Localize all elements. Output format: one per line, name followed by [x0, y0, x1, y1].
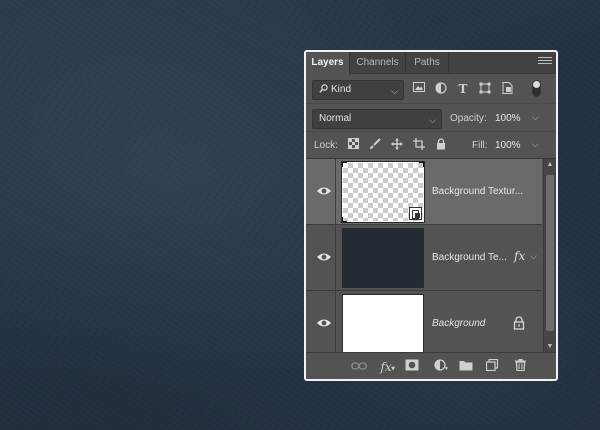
fill-input[interactable]: 100%	[495, 140, 521, 151]
lock-label: Lock:	[314, 140, 338, 151]
layer-thumbnail-dark[interactable]	[342, 228, 424, 288]
lock-all-icon[interactable]	[434, 138, 448, 152]
scroll-up-arrow-icon[interactable]: ▲	[544, 159, 556, 171]
layer-thumbnail-white[interactable]	[342, 294, 424, 352]
chevron-down-icon: ⌵	[429, 115, 436, 125]
chevron-down-icon: ⌵	[391, 86, 398, 96]
tab-layers[interactable]: Layers	[306, 52, 350, 75]
filter-kind-label: Kind	[331, 84, 352, 95]
link-layers-icon[interactable]	[351, 359, 367, 375]
layer-row-background-texture-copy[interactable]: Background Textur...	[306, 159, 542, 225]
layer-name[interactable]: Background Textur...	[432, 186, 523, 197]
layers-list: Background Textur... Background Te... fx…	[306, 158, 556, 352]
smart-object-filter-icon[interactable]	[500, 82, 514, 96]
layers-scrollbar[interactable]: ▲ ▼	[543, 159, 556, 352]
add-layer-style-fx-icon[interactable]: fx ▼	[378, 359, 395, 375]
layer-name[interactable]: Background	[432, 318, 485, 329]
crop-artboard-icon[interactable]	[412, 138, 426, 152]
smart-object-badge-icon	[409, 207, 422, 220]
shape-filter-icon[interactable]	[478, 82, 492, 96]
new-group-folder-icon[interactable]	[458, 359, 474, 375]
blend-mode-select[interactable]: Normal ⌵	[312, 109, 442, 129]
blend-mode-label: Normal	[319, 113, 352, 124]
tab-channels[interactable]: Channels	[350, 52, 406, 74]
lock-image-pixels-icon[interactable]	[368, 138, 382, 152]
search-icon	[319, 81, 328, 99]
layer-thumbnail-transparent[interactable]	[341, 161, 425, 223]
filter-toggle-switch[interactable]	[532, 80, 541, 97]
fill-chevron-icon[interactable]: ⌵	[532, 139, 539, 150]
delete-layer-trash-icon[interactable]	[512, 359, 528, 375]
eye-icon[interactable]	[316, 185, 332, 197]
filter-row: Kind ⌵ T	[306, 75, 556, 103]
fx-effects-icon[interactable]: fx	[514, 249, 525, 263]
opacity-chevron-icon[interactable]: ⌵	[532, 112, 539, 123]
blend-row: Normal ⌵ Opacity: 100% ⌵	[306, 103, 556, 131]
fill-label: Fill:	[472, 140, 488, 151]
panel-menu-icon[interactable]	[538, 57, 552, 69]
lock-transparent-pixels-icon[interactable]	[346, 138, 360, 152]
adjustment-filter-icon[interactable]	[434, 82, 448, 96]
opacity-label: Opacity:	[450, 113, 487, 124]
eye-icon[interactable]	[316, 251, 332, 263]
tab-paths[interactable]: Paths	[406, 52, 449, 74]
layers-panel: Layers Channels Paths Kind ⌵ T Normal ⌵ …	[304, 50, 558, 381]
new-adjustment-layer-icon[interactable]: ▼	[432, 359, 449, 375]
type-filter-icon[interactable]: T	[456, 82, 470, 96]
panel-bottom-bar: fx ▼ ▼	[306, 352, 556, 379]
layer-row-background[interactable]: Background	[306, 291, 542, 352]
layer-row-background-texture[interactable]: Background Te... fx ⌵	[306, 225, 542, 291]
filter-kind-select[interactable]: Kind ⌵	[312, 80, 404, 100]
chevron-down-icon[interactable]: ⌵	[530, 251, 537, 262]
layer-name[interactable]: Background Te...	[432, 252, 507, 263]
add-layer-mask-icon[interactable]	[404, 359, 420, 375]
scroll-down-arrow-icon[interactable]: ▼	[544, 341, 556, 352]
image-filter-icon[interactable]	[412, 82, 426, 96]
eye-icon[interactable]	[316, 317, 332, 329]
lock-icon	[513, 316, 525, 330]
new-layer-icon[interactable]	[484, 358, 500, 375]
opacity-input[interactable]: 100%	[495, 113, 521, 124]
lock-position-move-icon[interactable]	[390, 138, 404, 152]
lock-row: Lock: Fill: 100% ⌵	[306, 131, 556, 158]
scrollbar-thumb[interactable]	[546, 175, 554, 331]
panel-tab-bar: Layers Channels Paths	[306, 52, 556, 75]
